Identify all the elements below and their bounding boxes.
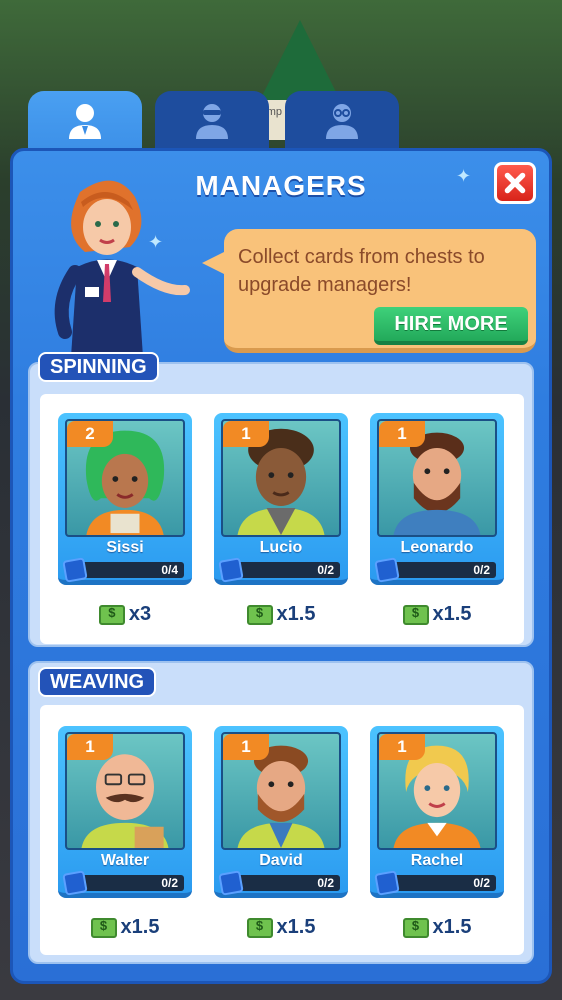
profit-bonus: x1.5 (370, 916, 504, 939)
manager-icon (69, 104, 101, 139)
card-stack-icon (62, 557, 88, 583)
manager-name: David (259, 852, 303, 869)
card-progress: 0/4 (78, 562, 184, 578)
cash-icon (402, 917, 429, 938)
sparkle-icon: ✦ (456, 166, 472, 186)
manager-card-walter[interactable]: 1 Walter 0/2 (58, 726, 192, 898)
manager-card-lucio[interactable]: 1 Lucio 0/2 (214, 413, 348, 585)
manager-portrait: 1 (221, 732, 341, 850)
profit-bonus: x1.5 (370, 603, 504, 626)
close-icon (504, 172, 526, 194)
manager-portrait: 2 (65, 419, 185, 537)
cash-icon (98, 604, 125, 625)
card-progress: 0/2 (234, 562, 340, 578)
manager-name: Leonardo (400, 539, 474, 556)
manager-portrait: 1 (377, 419, 497, 537)
card-progress: 0/2 (390, 875, 496, 891)
card-stack-icon (62, 870, 88, 896)
card-stack-icon (374, 557, 400, 583)
cash-icon (90, 917, 117, 938)
card-stack-icon (218, 557, 244, 583)
close-button[interactable] (494, 162, 536, 204)
level-badge: 1 (67, 734, 113, 760)
manager-card-rachel[interactable]: 1 Rachel 0/2 (370, 726, 504, 898)
cash-icon (246, 604, 273, 625)
profit-bonus: x3 (58, 603, 192, 626)
manager-card-david[interactable]: 1 David 0/2 (214, 726, 348, 898)
profit-bonus: x1.5 (214, 916, 348, 939)
card-stack-icon (374, 870, 400, 896)
manager-name: Rachel (410, 852, 464, 869)
manager-card-leonardo[interactable]: 1 Leonardo 0/2 (370, 413, 504, 585)
profit-bonus: x1.5 (214, 603, 348, 626)
level-badge: 1 (223, 421, 269, 447)
profit-bonus: x1.5 (58, 916, 192, 939)
bubble-text: Collect cards from chests to upgrade man… (238, 246, 485, 296)
suited-manager-icon (196, 104, 228, 139)
manager-card-sissi[interactable]: 2 Sissi 0/4 (58, 413, 192, 585)
card-progress: 0/2 (234, 875, 340, 891)
hire-more-button[interactable]: HIRE MORE (374, 307, 528, 345)
manager-name: Lucio (259, 539, 303, 556)
cash-icon (402, 604, 429, 625)
manager-name: Walter (100, 852, 150, 869)
card-progress: 0/2 (390, 562, 496, 578)
card-progress: 0/2 (78, 875, 184, 891)
level-badge: 1 (379, 734, 425, 760)
assistant-character (54, 180, 190, 357)
card-stack-icon (218, 870, 244, 896)
manager-portrait: 1 (377, 732, 497, 850)
manager-name: Sissi (106, 539, 144, 556)
manager-portrait: 1 (65, 732, 185, 850)
section-label: WEAVING (38, 667, 157, 697)
speech-bubble: Collect cards from chests to upgrade man… (202, 229, 536, 353)
section-label: SPINNING (38, 352, 159, 382)
level-badge: 1 (379, 421, 425, 447)
glasses-manager-icon (326, 104, 358, 139)
cash-icon (246, 917, 273, 938)
level-badge: 1 (223, 734, 269, 760)
manager-portrait: 1 (221, 419, 341, 537)
level-badge: 2 (67, 421, 113, 447)
